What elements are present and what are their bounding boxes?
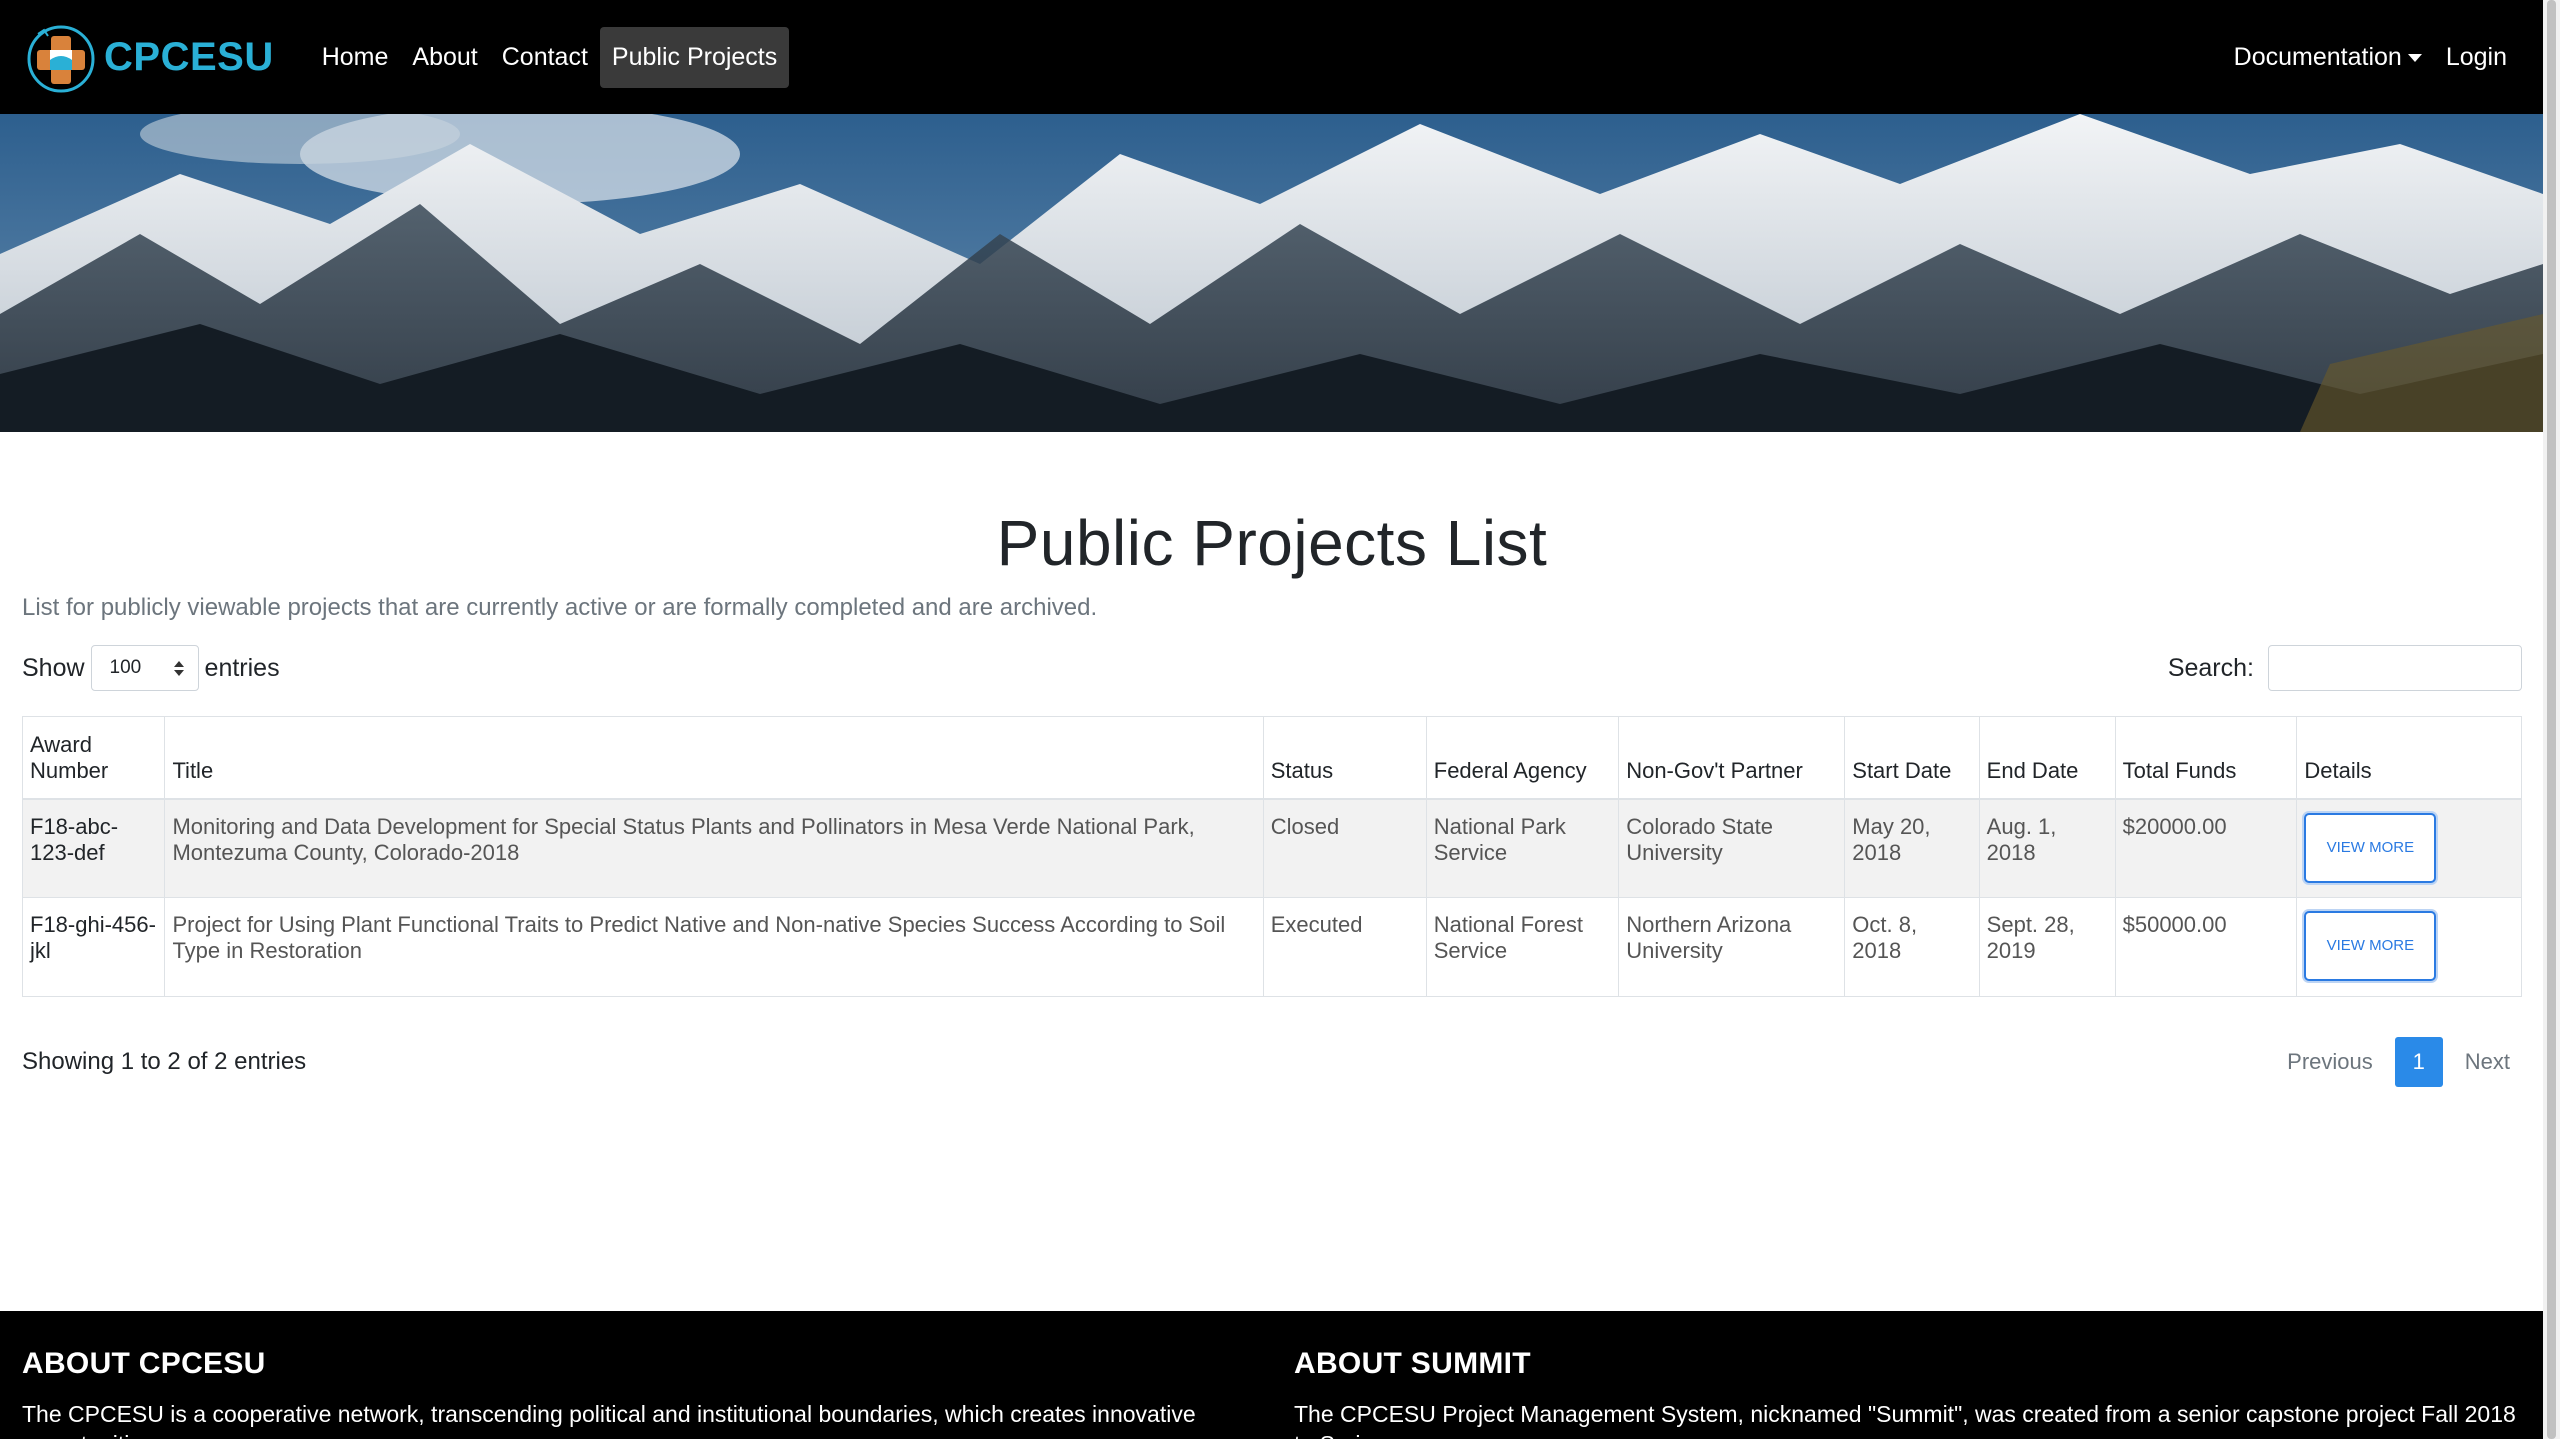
page-scrollbar[interactable]: [2543, 0, 2560, 1439]
pagination-previous[interactable]: Previous: [2275, 1041, 2385, 1083]
search-control: Search:: [2168, 645, 2522, 691]
header-federal-agency[interactable]: Federal Agency: [1425, 716, 1620, 800]
search-label: Search:: [2167, 653, 2254, 682]
show-label: Show: [22, 653, 85, 682]
pagination: Previous 1 Next: [2275, 1037, 2522, 1087]
search-input[interactable]: [2268, 645, 2522, 691]
view-more-button[interactable]: View More: [2304, 812, 2437, 883]
nav-documentation-label: Documentation: [2233, 42, 2402, 71]
table-controls: Show 100 entries Search:: [22, 644, 2522, 692]
nav-public-projects[interactable]: Public Projects: [599, 26, 790, 88]
entries-length-control: Show 100 entries: [22, 645, 280, 691]
entries-label: entries: [204, 653, 280, 682]
logo-icon: [27, 25, 95, 93]
cell-details: View More: [2296, 897, 2522, 997]
cell-award-number: F18-ghi-456-jkl: [21, 897, 166, 997]
site-footer: ABOUT CPCESU The CPCESU is a cooperative…: [0, 1311, 2543, 1439]
entries-per-page-select[interactable]: 100: [90, 645, 199, 691]
nav-login[interactable]: Login: [2434, 27, 2519, 88]
cell-award-number: F18-abc-123-def: [21, 798, 166, 898]
view-more-button[interactable]: View More: [2304, 911, 2437, 981]
header-start-date[interactable]: Start Date: [1844, 716, 1980, 800]
cell-total-funds: $50000.00: [2114, 897, 2298, 997]
cell-federal-agency: National Park Service: [1425, 798, 1620, 898]
main-content: Public Projects List List for publicly v…: [21, 432, 2522, 1087]
cell-end-date: Aug. 1, 2018: [1978, 798, 2116, 898]
footer-about-summit-heading: ABOUT SUMMIT: [1294, 1347, 1531, 1380]
brand-name: CPCESU: [104, 34, 274, 79]
pagination-next[interactable]: Next: [2453, 1041, 2522, 1083]
nav-contact[interactable]: Contact: [490, 27, 600, 88]
caret-down-icon: [2407, 53, 2422, 62]
footer-about-cpcesu-text: The CPCESU is a cooperative network, tra…: [22, 1401, 1196, 1439]
brand-link[interactable]: CPCESU: [24, 0, 274, 114]
header-partner[interactable]: Non-Gov't Partner: [1618, 716, 1846, 800]
table-footer: Showing 1 to 2 of 2 entries Previous 1 N…: [22, 1037, 2522, 1087]
table-row: F18-abc-123-def Monitoring and Data Deve…: [21, 798, 2522, 898]
cell-end-date: Sept. 28, 2019: [1978, 897, 2116, 997]
footer-about-cpcesu-heading: ABOUT CPCESU: [22, 1347, 266, 1380]
header-end-date[interactable]: End Date: [1978, 716, 2116, 800]
table-info: Showing 1 to 2 of 2 entries: [22, 1048, 307, 1075]
cell-start-date: May 20, 2018: [1844, 798, 1980, 898]
cell-partner: Northern Arizona University: [1618, 897, 1846, 997]
nav-about[interactable]: About: [400, 27, 489, 88]
cell-status: Executed: [1262, 897, 1427, 997]
cell-partner: Colorado State University: [1618, 798, 1846, 898]
header-total-funds[interactable]: Total Funds: [2114, 716, 2298, 800]
page-description: List for publicly viewable projects that…: [22, 594, 1098, 621]
select-arrows-icon: [173, 660, 184, 676]
entries-per-page-value: 100: [109, 657, 142, 678]
cell-status: Closed: [1262, 798, 1427, 898]
cell-total-funds: $20000.00: [2114, 798, 2298, 898]
table-row: F18-ghi-456-jkl Project for Using Plant …: [21, 897, 2522, 997]
scrollbar-thumb[interactable]: [2547, 0, 2556, 1439]
pagination-page-1[interactable]: 1: [2394, 1037, 2443, 1087]
table-header-row: Award Number Title Status Federal Agency…: [21, 716, 2522, 800]
page-title: Public Projects List: [996, 507, 1548, 579]
footer-about-cpcesu: ABOUT CPCESU The CPCESU is a cooperative…: [22, 1347, 1262, 1439]
projects-table: Award Number Title Status Federal Agency…: [21, 716, 2522, 997]
cell-federal-agency: National Forest Service: [1425, 897, 1620, 997]
cell-title: Monitoring and Data Development for Spec…: [164, 798, 1264, 898]
nav-documentation-dropdown[interactable]: Documentation: [2222, 27, 2434, 88]
hero-banner: [0, 114, 2543, 432]
nav-home[interactable]: Home: [310, 27, 401, 88]
header-details[interactable]: Details: [2296, 716, 2522, 800]
footer-about-summit-text: The CPCESU Project Management System, ni…: [1294, 1401, 2516, 1439]
cell-start-date: Oct. 8, 2018: [1844, 897, 1980, 997]
footer-about-summit: ABOUT SUMMIT The CPCESU Project Manageme…: [1294, 1347, 2534, 1439]
navbar: CPCESU Home About Contact Public Project…: [0, 0, 2543, 114]
mountain-banner-image: [0, 114, 2543, 432]
nav-right: Documentation Login: [2222, 27, 2519, 88]
cell-title: Project for Using Plant Functional Trait…: [164, 897, 1264, 997]
header-title[interactable]: Title: [164, 716, 1264, 800]
cell-details: View More: [2296, 798, 2522, 898]
header-award-number[interactable]: Award Number: [21, 716, 166, 800]
nav-links: Home About Contact Public Projects: [310, 0, 790, 114]
header-status[interactable]: Status: [1262, 716, 1427, 800]
